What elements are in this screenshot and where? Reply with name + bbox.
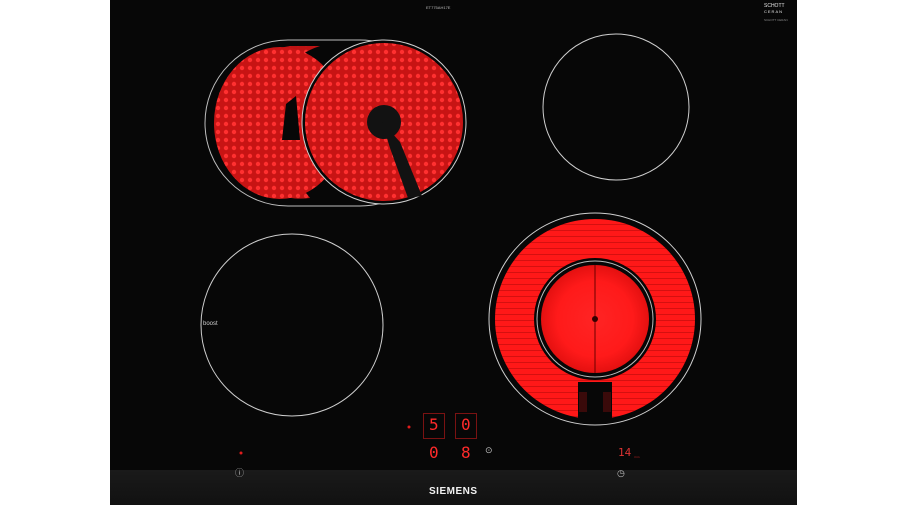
zone-display-right: 8 <box>461 443 471 462</box>
zone-bottom-right-dual <box>488 212 702 426</box>
certification-logo-bottom: CERAN <box>764 9 784 14</box>
power-level-display-right: 0 <box>461 415 471 434</box>
zone-bottom-left <box>200 233 384 417</box>
timer-unit: min <box>634 455 640 459</box>
power-icon[interactable]: ⓘ <box>235 470 244 479</box>
brand-logo: SIEMENS <box>429 486 478 497</box>
cooktop-graphics <box>200 33 702 475</box>
timer-icon[interactable]: ◷ <box>617 470 625 479</box>
zone-indicator-center <box>407 425 411 429</box>
lock-icon[interactable]: ⊙ <box>485 447 493 456</box>
power-level-display-left: 5 <box>429 415 439 434</box>
cooktop-surface: ET775AH17E SCHOTT CERAN SCHOTT CERAN boo… <box>110 0 797 505</box>
zone-top-left-extended <box>204 39 467 207</box>
zone-top-right <box>542 33 690 181</box>
boost-button[interactable]: boost <box>203 321 218 327</box>
model-label: ET775AH17E <box>426 5 451 10</box>
timer-display: 14 <box>618 446 632 459</box>
zone-display-left: 0 <box>429 443 439 462</box>
certification-small: SCHOTT CERAN <box>764 18 788 22</box>
zone-indicator-left <box>239 451 243 455</box>
